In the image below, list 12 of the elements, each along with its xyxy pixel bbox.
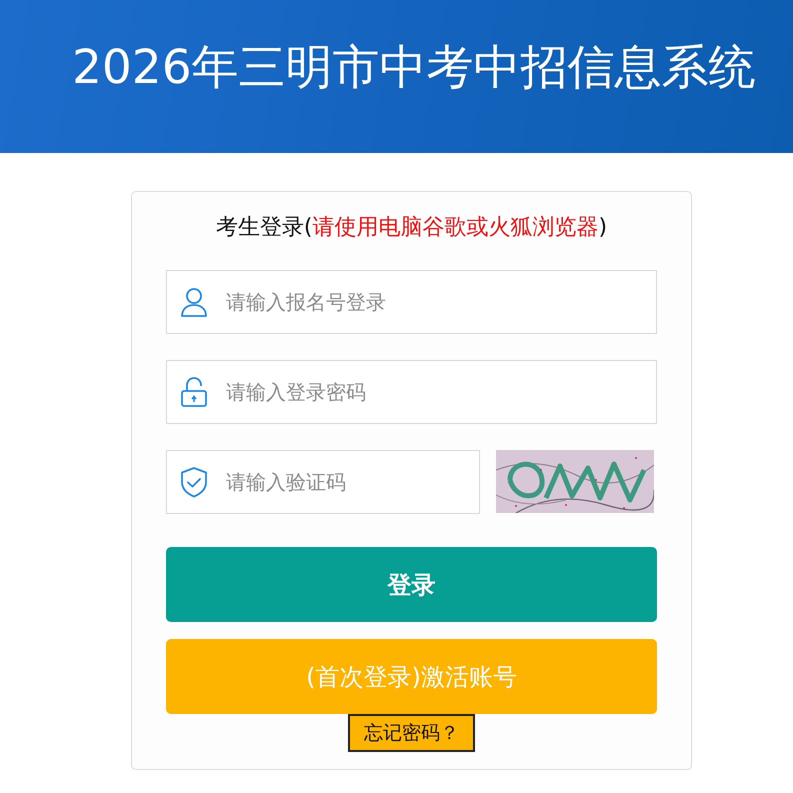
shield-check-icon [179, 466, 209, 498]
login-heading: 考生登录(请使用电脑谷歌或火狐浏览器) [214, 214, 608, 242]
captcha-image[interactable] [496, 450, 654, 513]
captcha-field[interactable]: 请输入验证码 [166, 450, 480, 514]
activate-account-button[interactable]: (首次登录)激活账号 [166, 639, 657, 714]
forgot-password-button[interactable]: 忘记密码？ [348, 714, 475, 752]
user-icon [179, 286, 209, 318]
username-field[interactable]: 请输入报名号登录 [166, 270, 657, 334]
password-field[interactable]: 请输入登录密码 [166, 360, 657, 424]
page-title: 2026年三明市中考中招信息系统 [72, 39, 756, 97]
padlock-icon [179, 376, 209, 408]
login-button[interactable]: 登录 [166, 547, 657, 622]
